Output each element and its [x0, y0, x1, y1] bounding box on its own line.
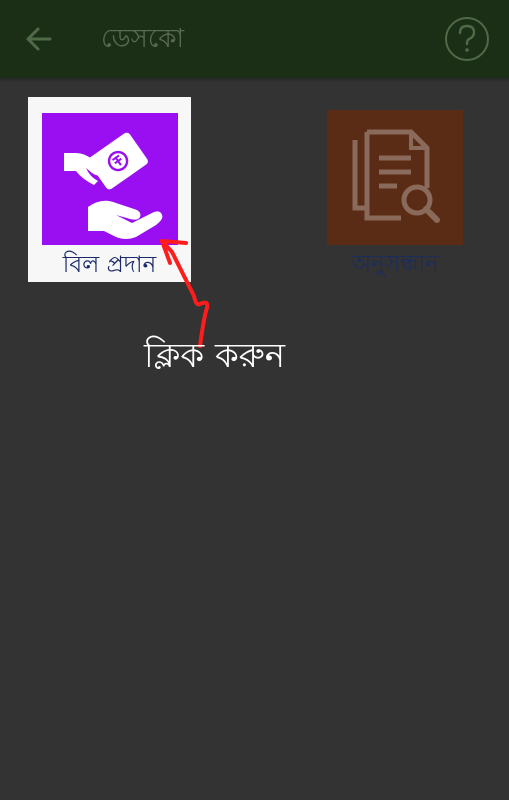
page-title: ডেসকো [101, 24, 185, 54]
hand-paying-bill-icon [64, 132, 163, 239]
app-bar-shadow [0, 78, 509, 83]
search-tile[interactable]: অনুসন্ধান [327, 110, 463, 280]
search-icon-box [327, 110, 463, 245]
bill-payment-icon-box [42, 113, 178, 245]
click-here-annotation: ক্লিক করুন [144, 336, 286, 376]
question-circle-icon[interactable] [444, 16, 490, 62]
search-label: অনুসন্ধান [351, 251, 439, 277]
arrow-left-icon[interactable] [20, 20, 58, 58]
document-search-icon [352, 129, 440, 223]
app-bar: ডেসকো [0, 0, 509, 78]
